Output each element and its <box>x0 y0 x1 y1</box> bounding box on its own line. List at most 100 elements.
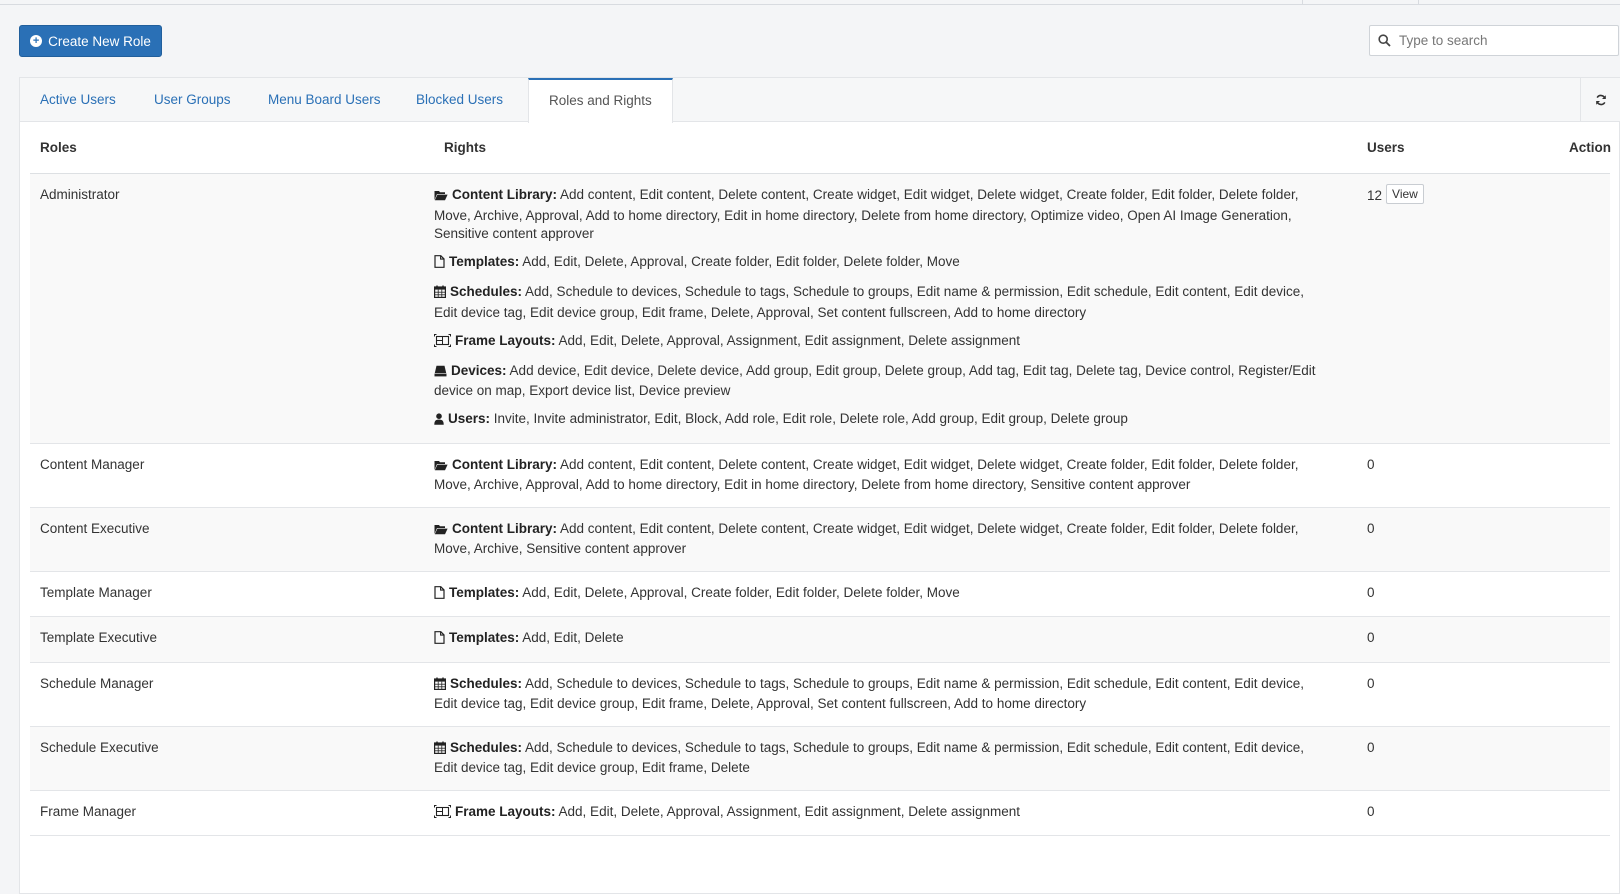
tab-roles-and-rights[interactable]: Roles and Rights <box>528 78 673 123</box>
right-permissions: Add, Edit, Delete, Approval, Create fold… <box>519 254 960 269</box>
folder-open-icon <box>434 188 448 207</box>
users-panel: Active Users User Groups Menu Board User… <box>19 77 1620 894</box>
users-cell: 0 <box>1367 585 1375 600</box>
right-entry: Content Library: Add content, Edit conte… <box>434 456 1324 495</box>
right-category: Users: <box>448 411 491 426</box>
right-entry: Templates: Add, Edit, Delete <box>434 629 1324 650</box>
right-category: Templates: <box>449 584 520 600</box>
right-entry: Users: Invite, Invite administrator, Edi… <box>434 410 1324 431</box>
user-icon <box>434 412 444 431</box>
table-row: Content Manager Content Library: Add cont… <box>30 444 1610 508</box>
user-count: 0 <box>1367 520 1375 536</box>
table-row: Schedule Executive Schedules: Add, Schedu… <box>30 726 1610 791</box>
user-count: 0 <box>1367 584 1375 600</box>
right-category: Devices: <box>451 362 507 378</box>
role-name: Frame Manager <box>40 803 137 819</box>
table-header: Roles Rights Users Action <box>30 122 1611 174</box>
search-box[interactable] <box>1369 25 1619 56</box>
right-category: Frame Layouts: <box>455 332 556 348</box>
right-entry: Templates: Add, Edit, Delete, Approval, … <box>434 584 1324 605</box>
header-action: Action <box>1569 140 1611 155</box>
right-entry: Schedules: Add, Schedule to devices, Sch… <box>434 283 1324 322</box>
frame-layout-icon <box>434 333 451 353</box>
table-row: Frame Manager Frame Layouts: Add, Edit, D… <box>30 791 1610 836</box>
refresh-button[interactable] <box>1580 78 1620 122</box>
right-category: Templates: <box>449 630 520 645</box>
header-rights: Rights <box>444 140 486 155</box>
rights-cell: Content Library: Add content, Edit conte… <box>434 508 1324 571</box>
role-name: Content Manager <box>40 456 145 472</box>
right-permissions: Add, Edit, Delete <box>519 630 624 645</box>
rights-cell: Schedules: Add, Schedule to devices, Sch… <box>434 663 1324 726</box>
right-category: Schedules: <box>450 284 523 299</box>
right-permissions: Add content, Edit content, Delete conten… <box>434 187 1299 241</box>
file-icon <box>434 255 445 274</box>
right-category: Content Library: <box>452 456 558 472</box>
tab-menu-board-users[interactable]: Menu Board Users <box>248 78 401 122</box>
frame-layout-icon <box>434 804 451 824</box>
tab-user-groups[interactable]: User Groups <box>134 78 251 122</box>
users-cell: 0 <box>1367 457 1375 472</box>
rights-cell: Frame Layouts: Add, Edit, Delete, Approv… <box>434 791 1324 836</box>
table-row: Schedule Manager Schedules: Add, Schedule… <box>30 663 1610 727</box>
folder-open-icon <box>434 522 448 541</box>
table-row: Template Manager Templates: Add, Edit, De… <box>30 572 1610 617</box>
right-category: Content Library: <box>452 520 558 536</box>
right-category: Frame Layouts: <box>455 803 556 819</box>
users-cell: 0 <box>1367 740 1375 755</box>
rights-cell: Schedules: Add, Schedule to devices, Sch… <box>434 727 1324 790</box>
view-users-button[interactable]: View <box>1386 184 1424 204</box>
file-icon <box>434 631 445 650</box>
table-row: Content Executive Content Library: Add co… <box>30 507 1610 572</box>
right-entry: Frame Layouts: Add, Edit, Delete, Approv… <box>434 332 1324 353</box>
search-input[interactable] <box>1399 33 1599 48</box>
right-permissions: Add, Schedule to devices, Schedule to ta… <box>434 739 1304 776</box>
role-name: Schedule Executive <box>40 739 159 755</box>
role-name: Administrator <box>40 187 120 202</box>
user-count: 0 <box>1367 630 1375 645</box>
right-entry: Frame Layouts: Add, Edit, Delete, Approv… <box>434 803 1324 824</box>
users-cell: 0 <box>1367 521 1375 536</box>
role-name: Content Executive <box>40 520 150 536</box>
tab-active-users[interactable]: Active Users <box>20 78 136 122</box>
roles-table: Roles Rights Users Action Administrator C… <box>30 122 1611 836</box>
user-count: 0 <box>1367 456 1375 472</box>
right-permissions: Add, Schedule to devices, Schedule to ta… <box>434 284 1304 320</box>
user-count: 12 <box>1367 188 1383 203</box>
user-count: 0 <box>1367 739 1375 755</box>
top-strip <box>0 0 1620 5</box>
rights-cell: Templates: Add, Edit, Delete, Approval, … <box>434 572 1324 617</box>
top-strip-divider <box>1418 0 1419 5</box>
right-permissions: Add content, Edit content, Delete conten… <box>434 520 1299 557</box>
tab-blocked-users[interactable]: Blocked Users <box>396 78 523 122</box>
calendar-icon <box>434 677 447 696</box>
right-entry: Content Library: Add content, Edit conte… <box>434 186 1324 244</box>
rights-cell: Templates: Add, Edit, Delete <box>434 617 1324 662</box>
right-permissions: Add, Edit, Delete, Approval, Assignment,… <box>555 803 1021 819</box>
rights-cell: Content Library: Add content, Edit conte… <box>434 444 1324 507</box>
rights-cell: Content Library: Add content, Edit conte… <box>434 174 1324 443</box>
create-new-role-button[interactable]: + Create New Role <box>19 25 162 57</box>
right-permissions: Add, Edit, Delete, Approval, Assignment,… <box>555 332 1021 348</box>
users-cell: 12 View <box>1367 184 1424 204</box>
calendar-icon <box>434 285 447 304</box>
users-cell: 0 <box>1367 676 1375 691</box>
table-body: Administrator Content Library: Add conten… <box>30 174 1610 836</box>
search-icon <box>1378 34 1391 47</box>
device-icon <box>434 364 447 383</box>
top-strip-divider <box>1302 0 1303 5</box>
users-cell: 0 <box>1367 804 1375 819</box>
header-users: Users <box>1367 140 1405 155</box>
role-name: Schedule Manager <box>40 675 154 691</box>
user-count: 0 <box>1367 803 1375 819</box>
right-permissions: Add, Schedule to devices, Schedule to ta… <box>434 675 1304 712</box>
right-permissions: Add device, Edit device, Delete device, … <box>434 362 1316 399</box>
header-roles: Roles <box>40 140 77 155</box>
right-category: Schedules: <box>450 675 523 691</box>
refresh-icon <box>1595 94 1606 106</box>
table-row: Template Executive Templates: Add, Edit, … <box>30 617 1610 663</box>
right-category: Content Library: <box>452 187 558 202</box>
create-new-role-label: Create New Role <box>48 33 151 49</box>
right-category: Templates: <box>449 254 520 269</box>
right-entry: Schedules: Add, Schedule to devices, Sch… <box>434 739 1324 778</box>
